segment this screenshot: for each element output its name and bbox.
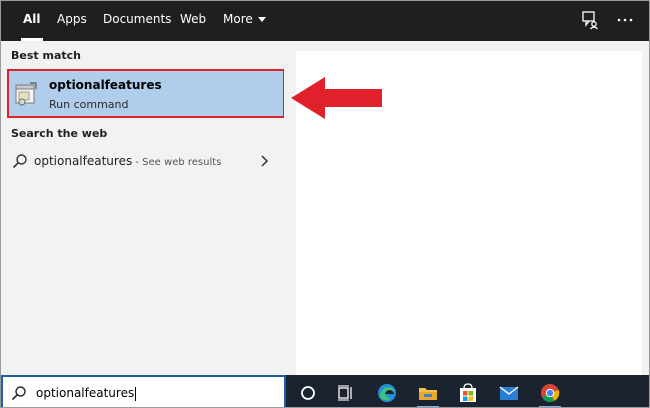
tab-more[interactable]: More [221, 1, 268, 41]
edge-icon[interactable] [376, 382, 398, 404]
web-result-suffix: - See web results [132, 157, 222, 168]
search-icon [11, 386, 26, 401]
tab-all-label: All [23, 12, 41, 26]
mail-icon[interactable] [498, 382, 520, 404]
chevron-down-icon [257, 17, 266, 22]
search-input-text: optionalfeatures [36, 386, 137, 401]
store-icon[interactable] [457, 382, 479, 404]
web-result-query: optionalfeatures [34, 154, 133, 168]
chrome-icon[interactable] [539, 382, 561, 404]
text-cursor [135, 386, 137, 401]
tab-more-label: More [223, 12, 253, 26]
tab-documents[interactable]: Documents [101, 1, 173, 41]
best-match-subtitle: Run command [49, 98, 129, 111]
best-match-heading: Best match [11, 49, 81, 62]
more-options-icon[interactable] [615, 10, 635, 30]
tab-apps-label: Apps [57, 12, 87, 26]
tab-apps[interactable]: Apps [55, 1, 89, 41]
search-icon [12, 154, 27, 169]
best-match-result[interactable]: optionalfeatures Run command [7, 69, 285, 118]
search-web-heading: Search the web [11, 127, 108, 140]
tab-web[interactable]: Web [178, 1, 208, 41]
search-input-value: optionalfeatures [36, 386, 135, 400]
task-view-icon[interactable] [335, 382, 357, 404]
tab-all[interactable]: All [21, 1, 43, 41]
taskbar: optionalfeatures [1, 375, 649, 407]
run-command-icon [15, 82, 37, 106]
results-panel: Best match optionalfeatures Run command … [1, 41, 285, 375]
annotation-arrow-icon [291, 77, 382, 119]
search-tab-bar: All Apps Documents Web More [1, 1, 649, 41]
search-input[interactable]: optionalfeatures [1, 375, 286, 407]
cortana-icon[interactable] [297, 382, 319, 404]
best-match-title: optionalfeatures [49, 78, 162, 92]
tab-web-label: Web [180, 12, 207, 26]
web-result-text: optionalfeatures - See web results [34, 154, 221, 168]
windows-search-window: All Apps Documents Web More Best match o… [0, 0, 650, 408]
tab-documents-label: Documents [103, 12, 172, 26]
feedback-icon[interactable] [580, 10, 600, 30]
file-explorer-icon[interactable] [417, 382, 439, 404]
chevron-right-icon[interactable] [259, 154, 269, 168]
web-result-row[interactable]: optionalfeatures - See web results [1, 144, 284, 178]
